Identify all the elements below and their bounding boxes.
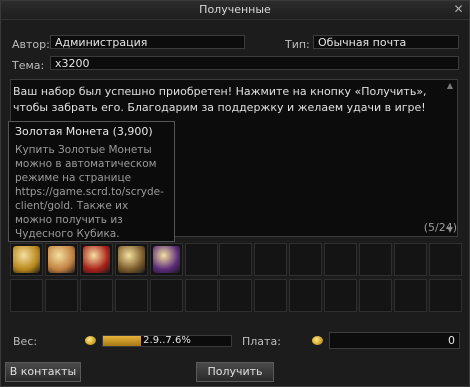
pay-label: Плата: [242,335,281,348]
attachment-slot[interactable] [184,243,218,276]
add-to-contacts-button[interactable]: В контакты [5,362,81,382]
subject-field: x3200 [50,56,459,70]
bronze-medallion-icon[interactable] [117,246,145,273]
attachment-slot[interactable] [114,279,148,312]
weight-label: Вес: [13,335,38,348]
attachment-slot[interactable] [289,279,323,312]
attachment-slot[interactable] [324,279,358,312]
message-scrollbar[interactable]: ▲ ▼ [445,81,455,235]
scroll-icon[interactable] [47,246,75,273]
type-field: Обычная почта [313,35,459,49]
attachment-slot[interactable] [44,243,78,276]
attachment-slot[interactable] [79,243,113,276]
weight-value: 2.9..7.6% [143,335,191,346]
attachment-grid [10,243,464,315]
attachment-slot[interactable] [393,243,427,276]
attachment-slot[interactable] [219,279,253,312]
tooltip-description: Купить Золотые Монеты можно в автоматиче… [15,144,164,240]
receive-button[interactable]: Получить [196,362,274,382]
weight-bar: 2.9..7.6% [102,335,232,347]
attachment-slot[interactable] [10,243,43,276]
attachment-slot[interactable] [79,279,113,312]
attachment-slot[interactable] [254,243,288,276]
title-bar: Полученные ✕ [1,1,469,20]
attachment-slot[interactable] [428,279,462,312]
subject-label: Тема: [12,59,45,72]
adena-coins-icon [312,336,323,345]
red-potion-icon[interactable] [82,246,110,273]
author-label: Автор: [12,38,50,51]
author-field: Администрация [50,35,245,49]
attachment-slot[interactable] [289,243,323,276]
attachment-slot[interactable] [254,279,288,312]
attachment-slot[interactable] [359,279,392,312]
attachment-slot[interactable] [393,279,427,312]
attachments-count: (5/24) [423,221,457,234]
weight-coins-icon [85,336,96,345]
item-tooltip: Золотая Монета (3,900) Купить Золотые Мо… [8,121,175,242]
attachment-slot[interactable] [359,243,392,276]
attachment-slot[interactable] [149,279,183,312]
attachment-slot[interactable] [428,243,462,276]
gold-coin-icon[interactable] [13,246,40,273]
attachment-slot[interactable] [10,279,43,312]
tooltip-title: Золотая Монета (3,900) [15,125,153,138]
attachment-slot[interactable] [44,279,78,312]
attachment-slot[interactable] [149,243,183,276]
message-text: Ваш набор был успешно приобретен! Нажмит… [13,85,427,114]
attachment-slot[interactable] [184,279,218,312]
window-title: Полученные [199,3,271,16]
pay-field[interactable]: 0 [329,332,460,349]
type-label: Тип: [285,38,310,51]
scroll-up-icon[interactable]: ▲ [445,81,455,91]
attachment-slot[interactable] [114,243,148,276]
attachment-slot[interactable] [219,243,253,276]
attachment-slot[interactable] [324,243,358,276]
close-icon[interactable]: ✕ [452,3,465,16]
mail-window: Полученные ✕ Автор: Администрация Тип: О… [0,0,470,387]
jester-hat-icon[interactable] [152,246,180,273]
